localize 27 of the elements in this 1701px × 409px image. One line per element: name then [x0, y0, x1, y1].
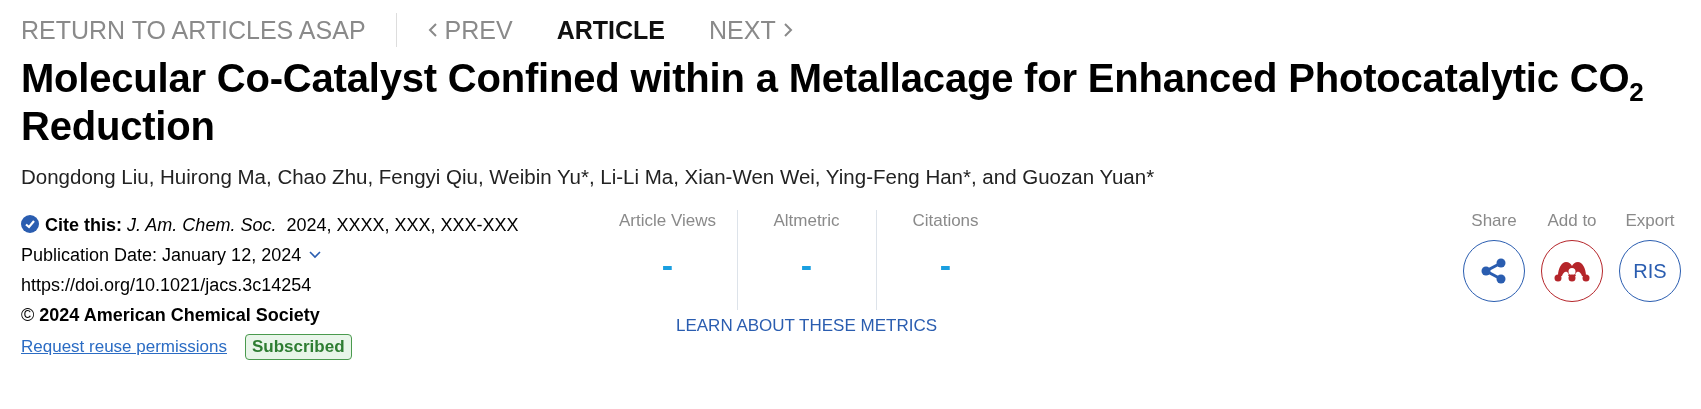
- metric-label: Article Views: [619, 210, 716, 232]
- subscribed-badge: Subscribed: [245, 334, 352, 360]
- action-label: Share: [1471, 210, 1517, 232]
- action-label: Export: [1625, 210, 1675, 232]
- metric-label: Altmetric: [773, 210, 840, 232]
- reuse-permissions-link[interactable]: Request reuse permissions: [21, 332, 227, 362]
- article-title: Molecular Co-Catalyst Confined within a Metallacage for Enhanced Photocatalytic CO$_{2}$ Reduction: [21, 55, 1645, 150]
- learn-metrics-link[interactable]: LEARN ABOUT THESE METRICS: [675, 316, 937, 336]
- chevron-left-icon: [426, 21, 439, 39]
- article-tab[interactable]: ARTICLE: [556, 15, 665, 45]
- action-label: Add to: [1547, 210, 1597, 232]
- copyright-text: © 2024 American Chemical Society: [21, 304, 321, 327]
- metric-label: Citations: [912, 210, 979, 232]
- return-link[interactable]: RETURN TO ARTICLES ASAP: [21, 15, 366, 45]
- check-circle-icon: [21, 215, 39, 233]
- doi-text: https://doi.org/10.1021/jacs.3c14254: [21, 274, 313, 297]
- metric-value: -: [800, 246, 813, 285]
- publication-date: Publication Date: January 12, 2024: [21, 244, 302, 267]
- metric-value: -: [661, 246, 674, 285]
- author-list: Dongdong Liu, Huirong Ma, Chao Zhu, Fengyi Qiu, Weibin Yu*, Li-Li Ma, Xian-Wen Wei, Ying-Feng Han*, and Guozan Yuan*: [21, 164, 1680, 190]
- metric-value: -: [939, 246, 952, 285]
- chevron-down-icon[interactable]: [309, 251, 322, 259]
- chevron-right-icon: [781, 21, 794, 39]
- export-ris-button[interactable]: RIS: [1619, 240, 1681, 302]
- next-link[interactable]: NEXT: [709, 15, 794, 45]
- prev-link[interactable]: PREV: [426, 15, 513, 45]
- citation-text: Cite this: J. Am. Chem. Soc. 2024, XXXX, XXX, XXX-XXX: [45, 215, 519, 235]
